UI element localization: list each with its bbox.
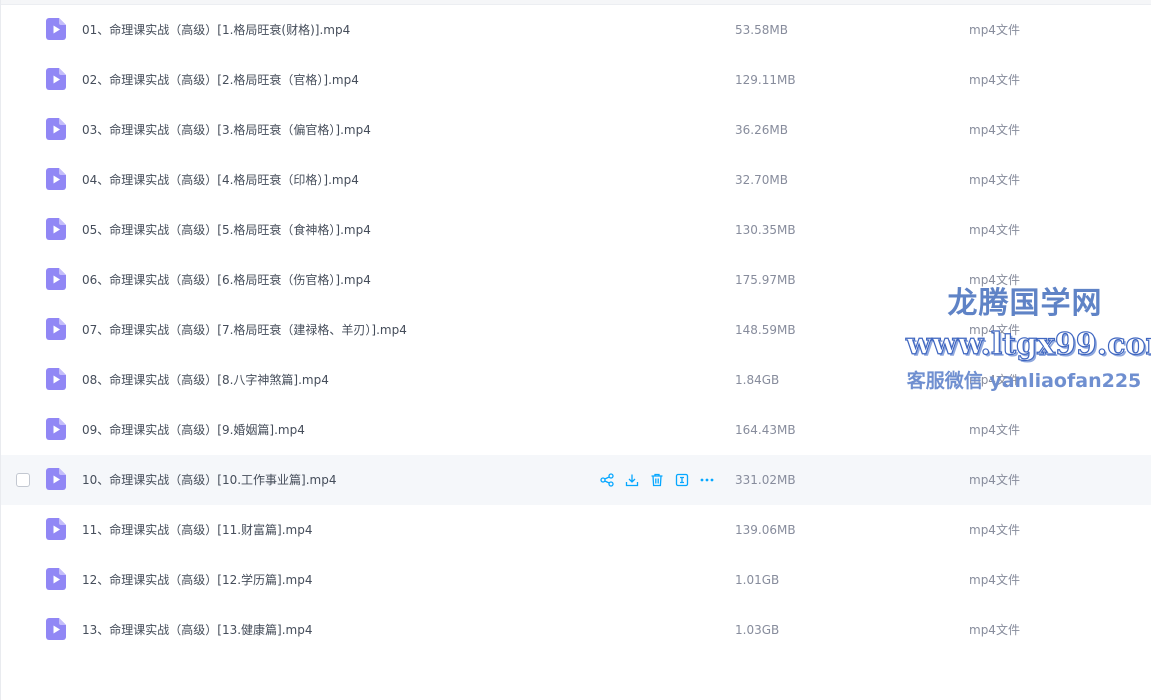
file-row[interactable]: 07、命理课实战（高级）[7.格局旺衰（建禄格、羊刃）].mp4 148.59M… [1,305,1151,355]
file-type: mp4文件 [969,573,1020,587]
file-name[interactable]: 08、命理课实战（高级）[8.八字神煞篇].mp4 [82,355,329,405]
file-type: mp4文件 [969,223,1020,237]
video-file-icon [46,568,66,590]
file-type: mp4文件 [969,123,1020,137]
file-name[interactable]: 02、命理课实战（高级）[2.格局旺衰（官格）].mp4 [82,55,359,105]
file-name[interactable]: 10、命理课实战（高级）[10.工作事业篇].mp4 [82,455,336,505]
file-size: 331.02MB [735,473,796,487]
video-file-icon [46,318,66,340]
file-type: mp4文件 [969,23,1020,37]
share-icon[interactable] [598,471,616,489]
file-row[interactable]: 13、命理课实战（高级）[13.健康篇].mp4 1.03GB mp4文件 [1,605,1151,655]
video-file-icon [46,268,66,290]
file-name[interactable]: 01、命理课实战（高级）[1.格局旺衰(财格)].mp4 [82,5,350,55]
file-size: 1.03GB [735,623,780,637]
file-type: mp4文件 [969,273,1020,287]
video-file-icon [46,68,66,90]
file-name[interactable]: 03、命理课实战（高级）[3.格局旺衰（偏官格）].mp4 [82,105,371,155]
more-icon[interactable] [698,471,716,489]
file-type: mp4文件 [969,73,1020,87]
file-row[interactable]: 06、命理课实战（高级）[6.格局旺衰（伤官格）].mp4 175.97MB m… [1,255,1151,305]
video-file-icon [46,218,66,240]
video-file-icon [46,518,66,540]
row-actions [598,471,716,489]
file-row[interactable]: 02、命理课实战（高级）[2.格局旺衰（官格）].mp4 129.11MB mp… [1,55,1151,105]
file-type: mp4文件 [969,423,1020,437]
video-file-icon [46,468,66,490]
file-name[interactable]: 04、命理课实战（高级）[4.格局旺衰（印格）].mp4 [82,155,359,205]
file-name[interactable]: 06、命理课实战（高级）[6.格局旺衰（伤官格）].mp4 [82,255,371,305]
file-size: 175.97MB [735,273,796,287]
file-size: 164.43MB [735,423,796,437]
file-type: mp4文件 [969,623,1020,637]
file-row[interactable]: 01、命理课实战（高级）[1.格局旺衰(财格)].mp4 53.58MB mp4… [1,5,1151,55]
row-checkbox[interactable] [16,473,30,487]
file-name[interactable]: 07、命理课实战（高级）[7.格局旺衰（建禄格、羊刃）].mp4 [82,305,407,355]
download-icon[interactable] [623,471,641,489]
rename-icon[interactable] [673,471,691,489]
file-row[interactable]: 09、命理课实战（高级）[9.婚姻篇].mp4 164.43MB mp4文件 [1,405,1151,455]
file-name[interactable]: 09、命理课实战（高级）[9.婚姻篇].mp4 [82,405,305,455]
video-file-icon [46,418,66,440]
file-name[interactable]: 11、命理课实战（高级）[11.财富篇].mp4 [82,505,312,555]
file-row[interactable]: 11、命理课实战（高级）[11.财富篇].mp4 139.06MB mp4文件 [1,505,1151,555]
file-size: 53.58MB [735,23,788,37]
video-file-icon [46,168,66,190]
file-size: 148.59MB [735,323,796,337]
video-file-icon [46,18,66,40]
file-size: 36.26MB [735,123,788,137]
file-type: mp4文件 [969,173,1020,187]
file-name[interactable]: 12、命理课实战（高级）[12.学历篇].mp4 [82,555,312,605]
file-size: 32.70MB [735,173,788,187]
file-size: 1.01GB [735,573,780,587]
video-file-icon [46,118,66,140]
file-size: 129.11MB [735,73,796,87]
file-row[interactable]: 04、命理课实战（高级）[4.格局旺衰（印格）].mp4 32.70MB mp4… [1,155,1151,205]
file-row[interactable]: 08、命理课实战（高级）[8.八字神煞篇].mp4 1.84GB mp4文件 [1,355,1151,405]
file-type: mp4文件 [969,323,1020,337]
delete-icon[interactable] [648,471,666,489]
file-size: 139.06MB [735,523,796,537]
file-list: 01、命理课实战（高级）[1.格局旺衰(财格)].mp4 53.58MB mp4… [1,5,1151,655]
video-file-icon [46,368,66,390]
file-name[interactable]: 13、命理课实战（高级）[13.健康篇].mp4 [82,605,312,655]
file-row[interactable]: 10、命理课实战（高级）[10.工作事业篇].mp4 331.02MB mp4文… [1,455,1151,505]
file-size: 130.35MB [735,223,796,237]
file-type: mp4文件 [969,373,1020,387]
video-file-icon [46,618,66,640]
file-type: mp4文件 [969,523,1020,537]
file-row[interactable]: 12、命理课实战（高级）[12.学历篇].mp4 1.01GB mp4文件 [1,555,1151,605]
file-row[interactable]: 03、命理课实战（高级）[3.格局旺衰（偏官格）].mp4 36.26MB mp… [1,105,1151,155]
file-name[interactable]: 05、命理课实战（高级）[5.格局旺衰（食神格）].mp4 [82,205,371,255]
file-type: mp4文件 [969,473,1020,487]
file-row[interactable]: 05、命理课实战（高级）[5.格局旺衰（食神格）].mp4 130.35MB m… [1,205,1151,255]
file-size: 1.84GB [735,373,780,387]
